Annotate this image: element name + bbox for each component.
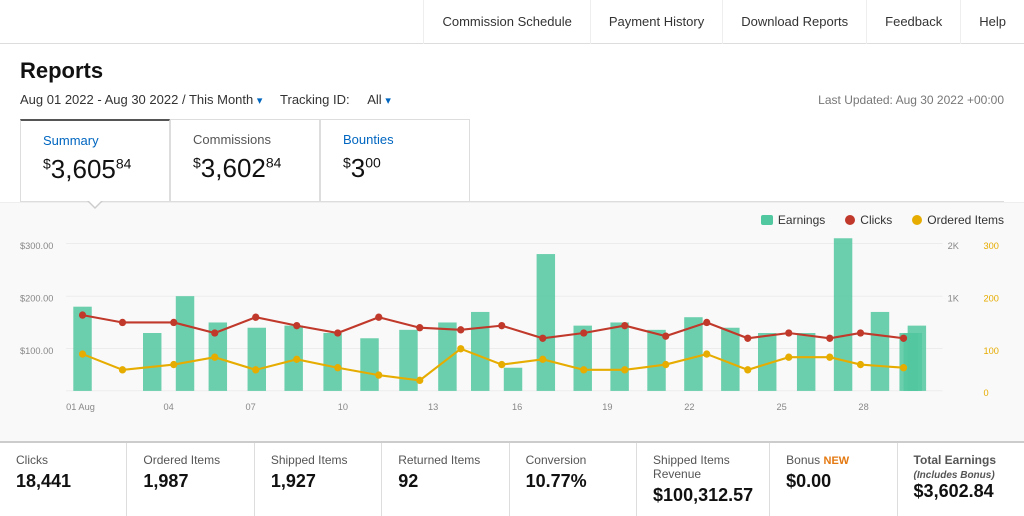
svg-text:100: 100	[984, 346, 999, 356]
chart-container: $300.00 $200.00 $100.00 2K 1K 300 200 10…	[20, 233, 1004, 433]
shipped-items-label: Shipped Items	[271, 453, 365, 467]
nav-item-payment-history[interactable]: Payment History	[590, 0, 722, 44]
svg-text:$100.00: $100.00	[20, 346, 53, 356]
svg-text:07: 07	[245, 402, 255, 412]
clicks-legend-icon	[845, 215, 855, 225]
summary-card-bounties[interactable]: Bounties $300	[320, 119, 470, 201]
nav-item-help[interactable]: Help	[960, 0, 1024, 44]
summary-card-title: Summary	[43, 133, 147, 148]
stats-table: Clicks 18,441 Ordered Items 1,987 Shippe…	[0, 441, 1024, 516]
clicks-legend-label: Clicks	[860, 213, 892, 227]
chart-section: Earnings Clicks Ordered Items $300.00 $2…	[0, 202, 1024, 441]
earnings-legend-icon	[761, 215, 773, 225]
commissions-card-title: Commissions	[193, 132, 297, 147]
total-earnings-sublabel: (Includes Bonus)	[914, 470, 995, 481]
ordered-items-value: 1,987	[143, 471, 237, 492]
tracking-label: Tracking ID:	[280, 92, 353, 107]
shipped-revenue-label: Shipped Items Revenue	[653, 453, 753, 481]
svg-text:1K: 1K	[948, 293, 960, 303]
svg-text:04: 04	[164, 402, 174, 412]
summary-cards: Summary $3,60584 Commissions $3,60284 Bo…	[20, 119, 1004, 202]
svg-text:$200.00: $200.00	[20, 293, 53, 303]
date-separator: /	[182, 92, 189, 107]
ordered-items-label: Ordered Items	[143, 453, 237, 467]
stat-clicks: Clicks 18,441	[0, 443, 127, 516]
legend-ordered-items: Ordered Items	[912, 213, 1004, 227]
bounties-card-title: Bounties	[343, 132, 447, 147]
svg-text:22: 22	[684, 402, 694, 412]
svg-text:28: 28	[858, 402, 868, 412]
ordered-items-legend-label: Ordered Items	[927, 213, 1004, 227]
stat-conversion: Conversion 10.77%	[510, 443, 637, 516]
bounties-card-amount: $300	[343, 153, 447, 184]
stat-ordered-items: Ordered Items 1,987	[127, 443, 254, 516]
chevron-down-icon[interactable]: ▾	[257, 95, 263, 107]
legend-clicks: Clicks	[845, 213, 892, 227]
svg-text:01 Aug: 01 Aug	[66, 402, 95, 412]
svg-text:25: 25	[776, 402, 786, 412]
main-content: Reports Aug 01 2022 - Aug 30 2022 / This…	[0, 44, 1024, 202]
total-earnings-label: Total Earnings (Includes Bonus)	[914, 453, 1008, 481]
ordered-items-legend-icon	[912, 215, 922, 225]
nav-item-commission-schedule[interactable]: Commission Schedule	[423, 0, 589, 44]
svg-text:300: 300	[984, 241, 999, 251]
stat-bonus: Bonus NEW $0.00	[770, 443, 897, 516]
this-month-link[interactable]: This Month	[189, 92, 253, 107]
bonus-value: $0.00	[786, 471, 880, 492]
stat-returned-items: Returned Items 92	[382, 443, 509, 516]
tracking-chevron-icon[interactable]: ▾	[385, 95, 391, 107]
top-nav: Commission Schedule Payment History Down…	[0, 0, 1024, 44]
svg-text:19: 19	[602, 402, 612, 412]
shipped-revenue-value: $100,312.57	[653, 485, 753, 506]
bonus-label: Bonus NEW	[786, 453, 880, 467]
clicks-label: Clicks	[16, 453, 110, 467]
conversion-value: 10.77%	[526, 471, 620, 492]
summary-card-amount: $3,60584	[43, 154, 147, 185]
summary-card-commissions[interactable]: Commissions $3,60284	[170, 119, 320, 201]
date-filter: Aug 01 2022 - Aug 30 2022 / This Month ▾…	[20, 92, 391, 107]
summary-card-summary[interactable]: Summary $3,60584	[20, 119, 170, 201]
stat-shipped-revenue: Shipped Items Revenue $100,312.57	[637, 443, 770, 516]
chart-legend: Earnings Clicks Ordered Items	[20, 213, 1004, 227]
stat-shipped-items: Shipped Items 1,927	[255, 443, 382, 516]
returned-items-value: 92	[398, 471, 492, 492]
svg-text:10: 10	[338, 402, 348, 412]
clicks-value: 18,441	[16, 471, 110, 492]
commissions-card-amount: $3,60284	[193, 153, 297, 184]
shipped-items-value: 1,927	[271, 471, 365, 492]
page-title: Reports	[20, 58, 1004, 84]
legend-earnings: Earnings	[761, 213, 825, 227]
date-range-text: Aug 01 2022 - Aug 30 2022	[20, 92, 178, 107]
last-updated: Last Updated: Aug 30 2022 +00:00	[818, 93, 1004, 107]
new-badge: NEW	[824, 455, 850, 467]
date-row: Aug 01 2022 - Aug 30 2022 / This Month ▾…	[20, 92, 1004, 107]
earnings-legend-label: Earnings	[778, 213, 825, 227]
svg-text:0: 0	[984, 388, 989, 398]
nav-item-feedback[interactable]: Feedback	[866, 0, 960, 44]
nav-item-download-reports[interactable]: Download Reports	[722, 0, 866, 44]
tracking-value-link[interactable]: All	[367, 92, 381, 107]
conversion-label: Conversion	[526, 453, 620, 467]
svg-text:16: 16	[512, 402, 522, 412]
svg-text:2K: 2K	[948, 241, 960, 251]
stat-total-earnings: Total Earnings (Includes Bonus) $3,602.8…	[898, 443, 1024, 516]
returned-items-label: Returned Items	[398, 453, 492, 467]
chart-svg: $300.00 $200.00 $100.00 2K 1K 300 200 10…	[20, 233, 1004, 433]
total-earnings-value: $3,602.84	[914, 481, 1008, 502]
svg-text:$300.00: $300.00	[20, 241, 53, 251]
svg-text:200: 200	[984, 293, 999, 303]
svg-text:13: 13	[428, 402, 438, 412]
